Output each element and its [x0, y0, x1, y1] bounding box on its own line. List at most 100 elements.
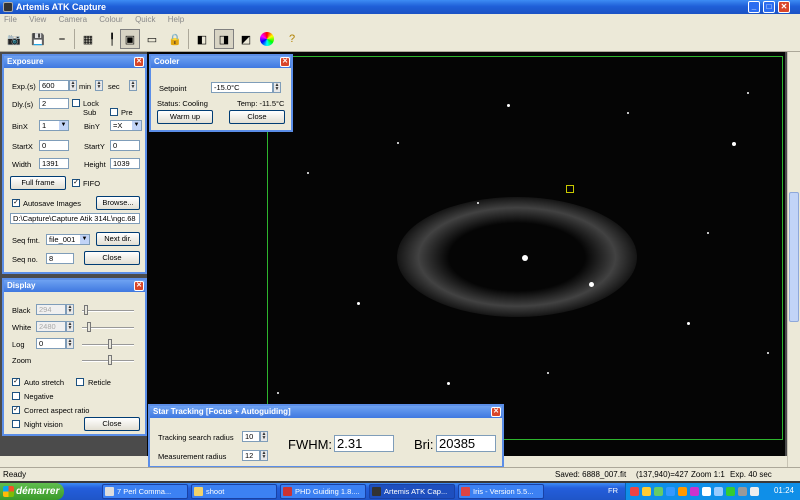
scrollbar-thumb[interactable]	[789, 192, 799, 322]
task-iris[interactable]: Iris - Version 5.5...	[458, 484, 544, 499]
binx-select[interactable]: 1 ▼	[39, 120, 69, 131]
reticle-checkbox[interactable]	[76, 378, 84, 386]
tray-icon[interactable]	[630, 487, 639, 496]
capture-icon[interactable]: ◨	[214, 29, 234, 49]
minimize-button[interactable]: _	[748, 1, 760, 13]
negative-checkbox[interactable]	[12, 392, 20, 400]
zoom-slider-thumb[interactable]	[108, 355, 112, 365]
maximize-button[interactable]: □	[763, 1, 775, 13]
tracking-close-icon[interactable]: ✕	[491, 407, 501, 417]
task-phd[interactable]: PHD Guiding 1.8....	[280, 484, 366, 499]
cooler-close-icon[interactable]: ✕	[280, 57, 290, 67]
tray-icon[interactable]	[690, 487, 699, 496]
dly-input[interactable]: 2	[39, 98, 69, 109]
width-input[interactable]: 1391	[39, 158, 69, 169]
reticle-icon[interactable]: ◧	[192, 29, 212, 49]
log-input[interactable]: 0	[36, 338, 66, 349]
black-spinner[interactable]: ▲ ▼	[66, 304, 74, 315]
vertical-scrollbar[interactable]	[787, 52, 800, 470]
setpoint-spinner[interactable]: ▲ ▼	[273, 82, 281, 93]
close-window-button[interactable]: ✕	[778, 1, 790, 13]
menu-colour[interactable]: Colour	[99, 15, 123, 24]
save-path-input[interactable]: D:\Capture\Capture Atik 314L\ngc.68	[10, 213, 140, 224]
warm-up-button[interactable]: Warm up	[157, 110, 213, 124]
menu-camera[interactable]: Camera	[59, 15, 87, 24]
log-spinner[interactable]: ▲ ▼	[66, 338, 74, 349]
autostretch-checkbox[interactable]: ✓	[12, 378, 20, 386]
white-input[interactable]: 2480	[36, 321, 66, 332]
save-icon[interactable]: 💾	[28, 29, 48, 49]
aspect-checkbox[interactable]: ✓	[12, 406, 20, 414]
startx-input[interactable]: 0	[39, 140, 69, 151]
color-wheel-icon[interactable]	[257, 29, 277, 49]
next-dir-button[interactable]: Next dir.	[96, 232, 140, 246]
search-radius-input[interactable]: 10	[242, 431, 260, 442]
display-close-button[interactable]: Close	[84, 417, 140, 431]
measurement-radius-spinner[interactable]: ▲ ▼	[260, 450, 268, 461]
task-artemis[interactable]: Artemis ATK Cap...	[369, 484, 455, 499]
settings-icon[interactable]: ⎯	[52, 29, 72, 49]
image-icon[interactable]: ▦	[78, 29, 98, 49]
display-close-icon[interactable]: ✕	[134, 281, 144, 291]
browse-button[interactable]: Browse...	[96, 196, 140, 210]
night-vision-label: Night vision	[24, 420, 63, 429]
toolbar-separator	[74, 29, 75, 49]
camera-icon[interactable]: 📷	[4, 29, 24, 49]
autosave-checkbox[interactable]: ✓	[12, 199, 20, 207]
lock-checkbox[interactable]	[72, 99, 80, 107]
min-spinner[interactable]: ▲ ▼	[95, 80, 103, 91]
cooler-close-button[interactable]: Close	[229, 110, 285, 124]
menu-view[interactable]: View	[29, 15, 46, 24]
menu-help[interactable]: Help	[168, 15, 184, 24]
seqno-input[interactable]: 8	[46, 253, 74, 264]
menu-quick[interactable]: Quick	[135, 15, 155, 24]
cooler-temp: Temp: -11.5°C	[237, 99, 285, 108]
log-slider-thumb[interactable]	[108, 339, 112, 349]
exposure-close-button[interactable]: Close	[84, 251, 140, 265]
language-indicator[interactable]: FR	[608, 486, 618, 495]
pre-checkbox[interactable]	[110, 108, 118, 116]
exp-input[interactable]: 600	[39, 80, 69, 91]
exp-spinner[interactable]: ▲ ▼	[69, 80, 77, 91]
white-slider-thumb[interactable]	[87, 322, 91, 332]
focus-icon[interactable]: ╿	[102, 29, 122, 49]
sec-spinner[interactable]: ▲ ▼	[129, 80, 137, 91]
menu-file[interactable]: File	[4, 15, 17, 24]
export-icon[interactable]: ◩	[236, 29, 256, 49]
fifo-checkbox[interactable]: ✓	[72, 179, 80, 187]
window-titlebar[interactable]: Artemis ATK Capture _ □ ✕	[0, 0, 800, 14]
tray-icon[interactable]	[678, 487, 687, 496]
tray-icon[interactable]	[714, 487, 723, 496]
black-slider[interactable]	[82, 310, 134, 312]
task-perl[interactable]: 7 Perl Comma...	[102, 484, 188, 499]
roi-icon[interactable]: ▭	[142, 29, 162, 49]
tray-icon[interactable]	[702, 487, 711, 496]
setpoint-input[interactable]: -15.0°C	[211, 82, 273, 93]
starty-input[interactable]: 0	[110, 140, 140, 151]
help-icon[interactable]: ?	[282, 29, 302, 49]
seqfmt-select[interactable]: file_001 ▼	[46, 234, 90, 245]
black-input[interactable]: 294	[36, 304, 66, 315]
tray-icon[interactable]	[726, 487, 735, 496]
white-spinner[interactable]: ▲ ▼	[66, 321, 74, 332]
network-icon[interactable]	[750, 487, 759, 496]
lock-icon[interactable]: 🔒	[165, 29, 185, 49]
full-frame-button[interactable]: Full frame	[10, 176, 66, 190]
biny-label: BinY	[84, 122, 100, 131]
black-slider-thumb[interactable]	[84, 305, 88, 315]
clock[interactable]: 01:24	[774, 486, 794, 495]
measurement-radius-input[interactable]: 12	[242, 450, 260, 461]
night-vision-checkbox[interactable]	[12, 420, 20, 428]
start-button[interactable]: démarrer	[0, 483, 64, 500]
speaker-icon[interactable]	[738, 487, 747, 496]
tray-icon[interactable]	[666, 487, 675, 496]
tray-icon[interactable]	[642, 487, 651, 496]
task-shoot[interactable]: shoot	[191, 484, 277, 499]
search-radius-spinner[interactable]: ▲ ▼	[260, 431, 268, 442]
tray-icon[interactable]	[654, 487, 663, 496]
exposure-close-icon[interactable]: ✕	[134, 57, 144, 67]
height-input[interactable]: 1039	[110, 158, 140, 169]
biny-select[interactable]: =X ▼	[110, 120, 142, 131]
bri-label: Bri:	[414, 437, 434, 452]
frame-icon[interactable]: ▣	[120, 29, 140, 49]
